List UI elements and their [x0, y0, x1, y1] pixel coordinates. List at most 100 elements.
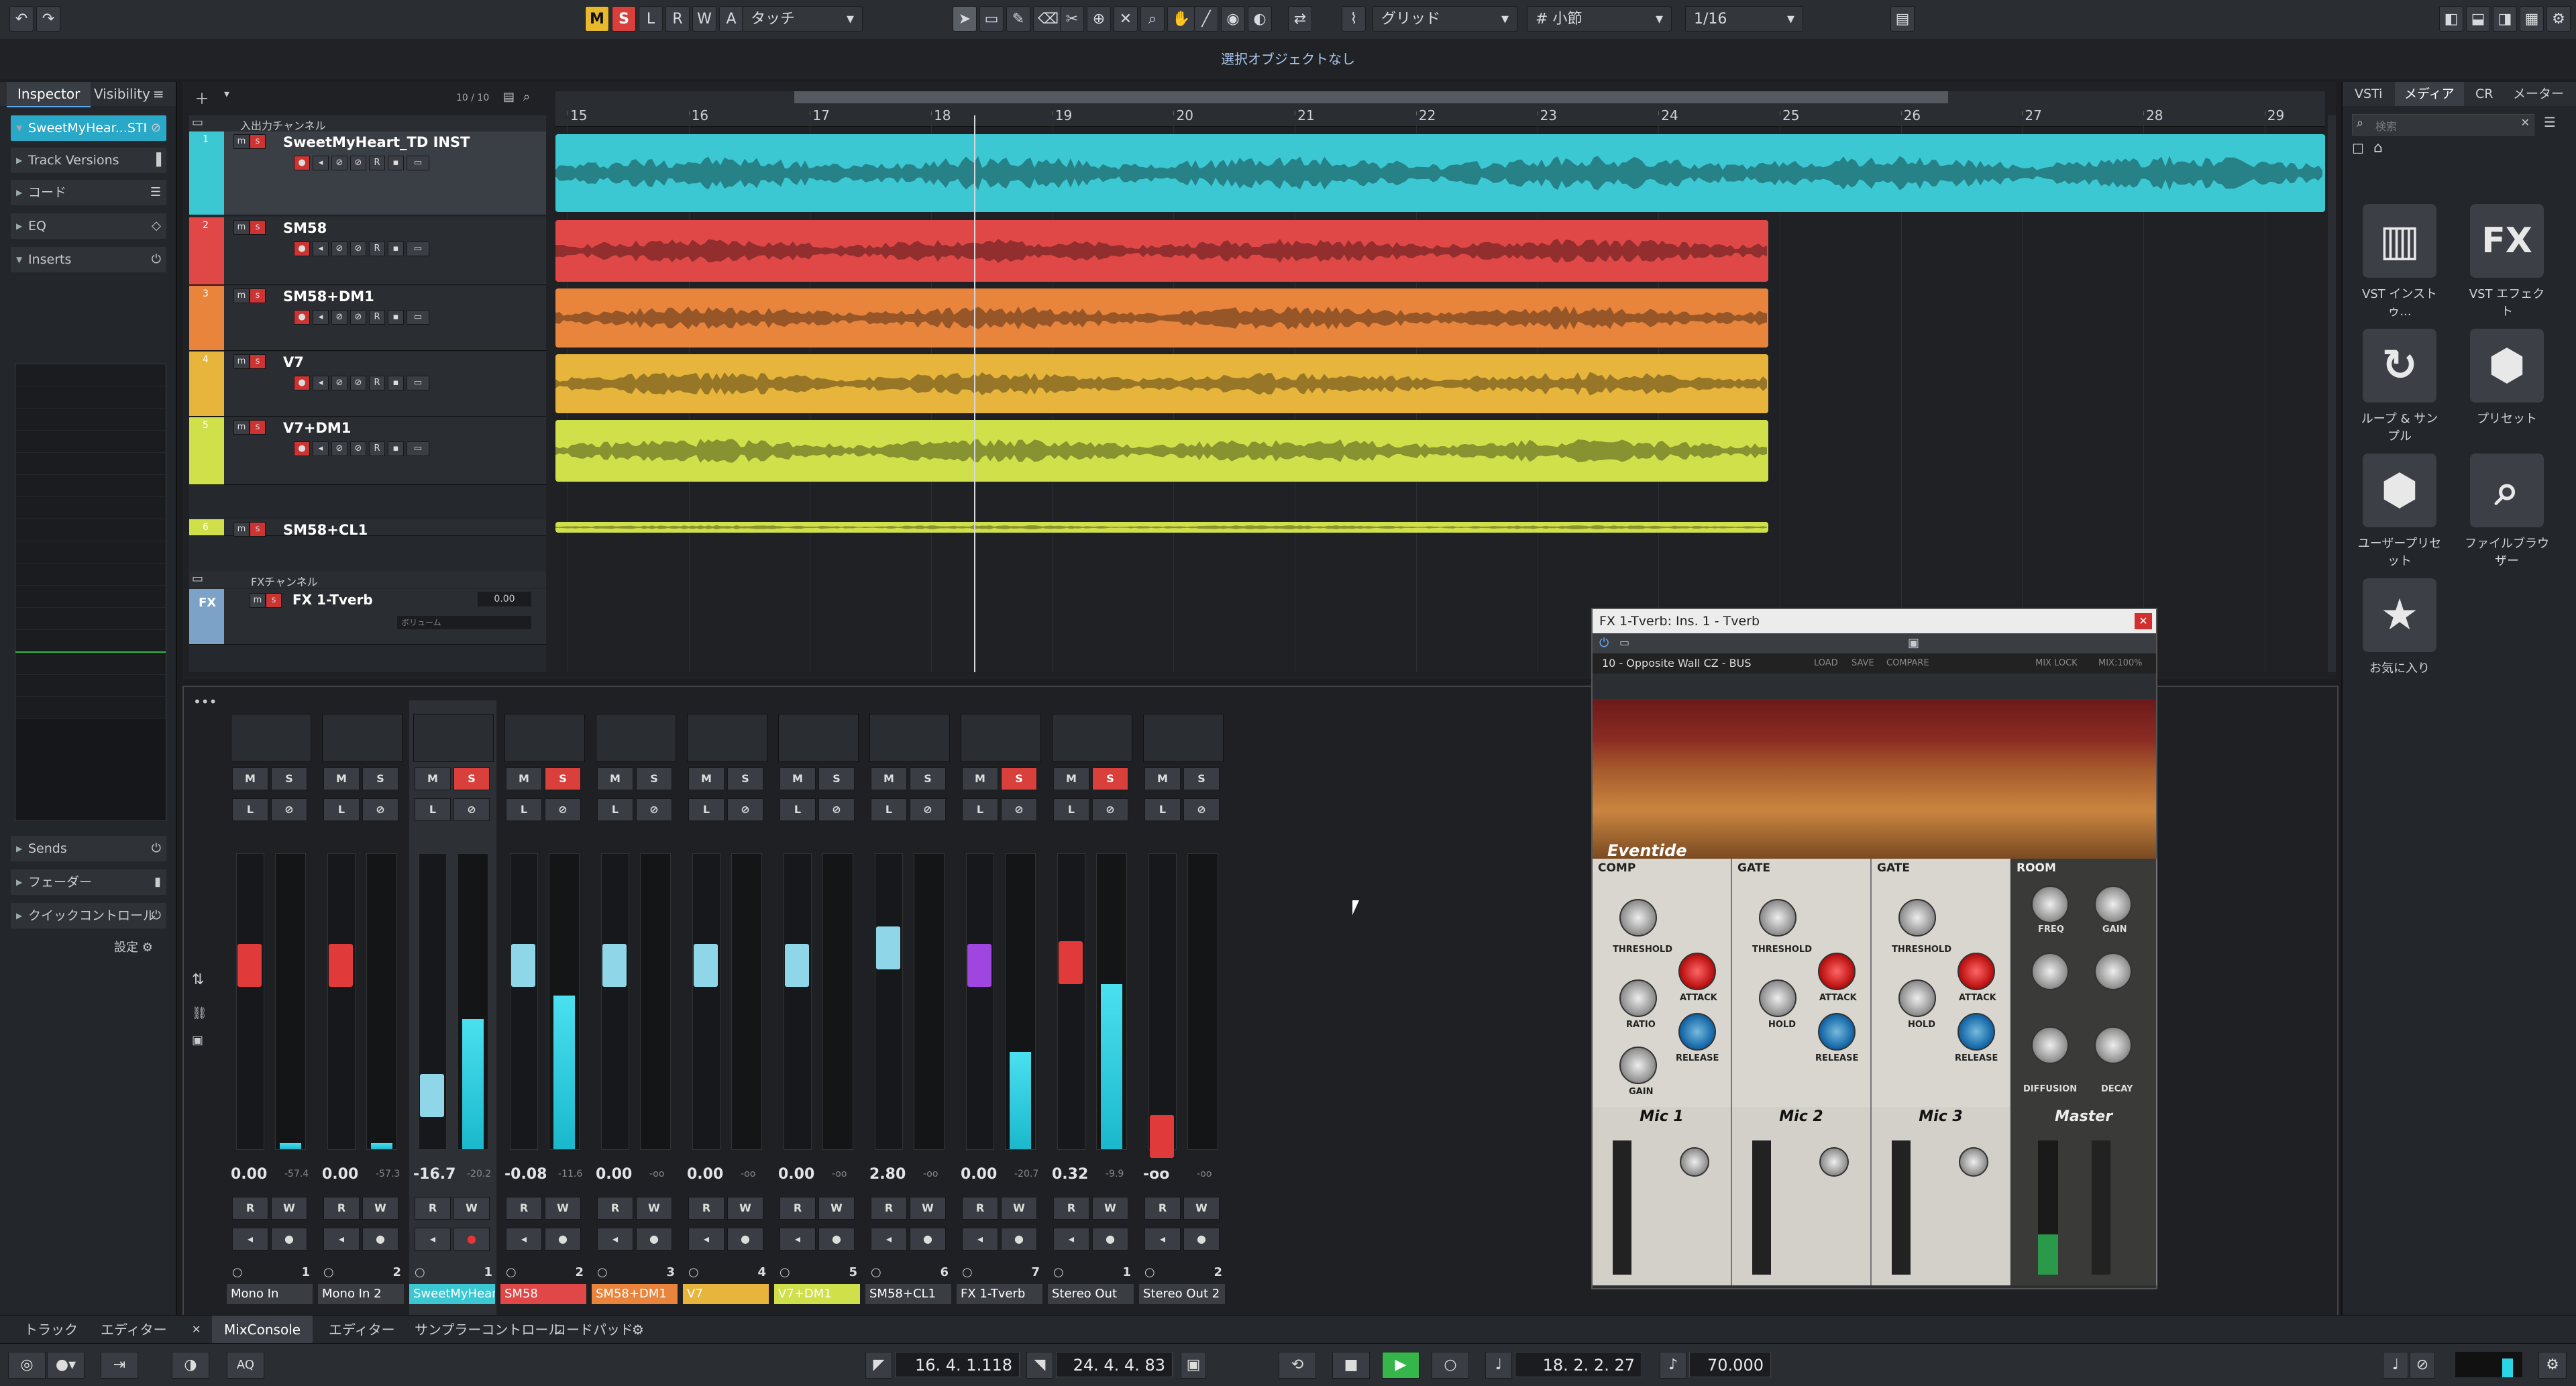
- channel-solo-button[interactable]: S: [362, 767, 398, 790]
- fader-handle[interactable]: [967, 944, 991, 988]
- edit-icon[interactable]: ⊘: [910, 798, 946, 821]
- position-icon[interactable]: ♩: [1485, 1352, 1512, 1379]
- solo-button[interactable]: s: [250, 134, 266, 149]
- insert-slot[interactable]: [15, 630, 166, 653]
- channel-insert-area[interactable]: [1052, 714, 1132, 762]
- home-icon[interactable]: ⌂: [2373, 140, 2383, 156]
- channel-insert-area[interactable]: [413, 714, 494, 762]
- tab-cr[interactable]: CR: [2466, 82, 2502, 106]
- tab-editor[interactable]: エディター: [317, 1316, 407, 1344]
- read-button[interactable]: R: [1053, 1197, 1089, 1220]
- cycle-mode-icon[interactable]: ●▾: [47, 1352, 85, 1379]
- attack-knob[interactable]: [1957, 953, 1995, 990]
- insert-slot[interactable]: [15, 653, 166, 675]
- show-lower-zone-icon[interactable]: ⬓: [2466, 6, 2490, 32]
- camera-icon[interactable]: ▣: [1908, 636, 1919, 650]
- edit-icon[interactable]: ⊘: [362, 798, 398, 821]
- media-search[interactable]: ⌕ 検索 ✕: [2352, 114, 2534, 136]
- bypass-icon[interactable]: ▭: [1619, 636, 1629, 649]
- lane-button[interactable]: ⊘: [331, 441, 347, 456]
- fx-track[interactable]: FX m s FX 1-Tverb 0.00 ボリューム: [189, 589, 546, 645]
- read-button[interactable]: R: [369, 242, 385, 256]
- left-locator-icon[interactable]: ◤: [865, 1352, 892, 1379]
- solo-button[interactable]: s: [250, 522, 266, 537]
- gain-knob[interactable]: [2094, 953, 2132, 990]
- record-mode-icon[interactable]: ◎: [8, 1352, 46, 1379]
- solo-button[interactable]: s: [250, 288, 266, 303]
- line-tool-icon[interactable]: ╱: [1194, 6, 1218, 32]
- edit-icon[interactable]: ⊘: [1001, 798, 1037, 821]
- auto-button[interactable]: A: [719, 6, 743, 32]
- track-volume-value[interactable]: 0.00: [478, 592, 531, 606]
- read-automation-button[interactable]: R: [665, 6, 690, 32]
- channel-solo-button[interactable]: S: [910, 767, 946, 790]
- global-mute-button[interactable]: M: [585, 6, 609, 32]
- fader-track[interactable]: [966, 853, 994, 1150]
- routing-icon[interactable]: ○: [871, 1265, 881, 1279]
- fader-handle[interactable]: [420, 1073, 444, 1117]
- insert-slot[interactable]: [15, 453, 166, 475]
- insert-slot[interactable]: [15, 564, 166, 586]
- record-enable-button[interactable]: ●: [1183, 1228, 1220, 1250]
- edit-icon[interactable]: ⊘: [818, 798, 855, 821]
- solo-button[interactable]: s: [250, 354, 266, 369]
- hold-knob[interactable]: [1759, 979, 1796, 1017]
- fader-handle[interactable]: [694, 944, 718, 988]
- split-tool-icon[interactable]: ✂: [1060, 6, 1084, 32]
- read-button[interactable]: R: [369, 441, 385, 456]
- channel-name[interactable]: FX 1-Tverb: [957, 1284, 1042, 1304]
- fader-track[interactable]: [327, 853, 356, 1150]
- monitor-button[interactable]: ◂: [313, 242, 329, 256]
- tab-media[interactable]: メディア: [2395, 82, 2464, 106]
- channel-name[interactable]: SweetMyHeart: [409, 1284, 495, 1304]
- fader-track[interactable]: [510, 853, 538, 1150]
- more-button[interactable]: ▭: [407, 156, 429, 170]
- folder-io[interactable]: ▭ 入出力チャンネル: [189, 115, 546, 132]
- record-enable-button[interactable]: ●: [294, 242, 310, 256]
- stop-button[interactable]: ■: [1332, 1352, 1370, 1379]
- write-automation-button[interactable]: W: [692, 6, 716, 32]
- mute-button[interactable]: m: [233, 220, 250, 235]
- audio-event[interactable]: [555, 134, 2325, 212]
- listen-button[interactable]: L: [780, 798, 816, 821]
- fader-track[interactable]: [784, 853, 812, 1150]
- write-button[interactable]: W: [818, 1197, 855, 1220]
- fader-value[interactable]: 0.00: [961, 1166, 997, 1183]
- monitor-button[interactable]: ◂: [962, 1228, 998, 1250]
- insert-slot[interactable]: [15, 586, 166, 608]
- lane-button[interactable]: ⊘: [331, 310, 347, 325]
- channel-name[interactable]: V7: [683, 1284, 769, 1304]
- fader-handle[interactable]: [785, 944, 809, 988]
- monitor-button[interactable]: ◂: [1053, 1228, 1089, 1250]
- listen-button[interactable]: L: [688, 798, 724, 821]
- read-button[interactable]: R: [369, 156, 385, 170]
- mix-level-button[interactable]: MIX:100%: [2098, 653, 2143, 674]
- channel-mute-button[interactable]: M: [1144, 767, 1181, 790]
- monitor-button[interactable]: ◂: [415, 1228, 451, 1250]
- channel-name[interactable]: SM58+DM1: [592, 1284, 678, 1304]
- monitor-button[interactable]: ◂: [506, 1228, 542, 1250]
- edit-button[interactable]: ⊘: [350, 376, 366, 390]
- mic-fader[interactable]: [1752, 1140, 1771, 1275]
- fader-track[interactable]: [1057, 853, 1085, 1150]
- record-enable-button[interactable]: ●: [362, 1228, 398, 1250]
- tab-vsti[interactable]: VSTi: [2345, 82, 2392, 106]
- track-lane[interactable]: [555, 288, 2325, 348]
- track-list-options-icon[interactable]: ▤: [503, 90, 515, 104]
- routing-icon[interactable]: ○: [780, 1265, 790, 1279]
- more-button[interactable]: ▭: [407, 376, 429, 390]
- edit-button[interactable]: ⊘: [350, 310, 366, 325]
- read-button[interactable]: R: [232, 1197, 268, 1220]
- record-enable-button[interactable]: ●: [1001, 1228, 1037, 1250]
- channel-insert-area[interactable]: [961, 714, 1041, 762]
- threshold-knob[interactable]: [1759, 899, 1796, 937]
- write-button[interactable]: W: [271, 1197, 307, 1220]
- release-knob[interactable]: [1957, 1013, 1995, 1051]
- gain-knob[interactable]: [2094, 886, 2132, 923]
- diffusion-knob[interactable]: [2031, 1026, 2069, 1064]
- master-fader[interactable]: [2092, 1140, 2110, 1275]
- write-button[interactable]: ▪: [388, 376, 404, 390]
- record-enable-button[interactable]: ●: [818, 1228, 855, 1250]
- write-button[interactable]: W: [1183, 1197, 1220, 1220]
- more-button[interactable]: ▭: [407, 441, 429, 456]
